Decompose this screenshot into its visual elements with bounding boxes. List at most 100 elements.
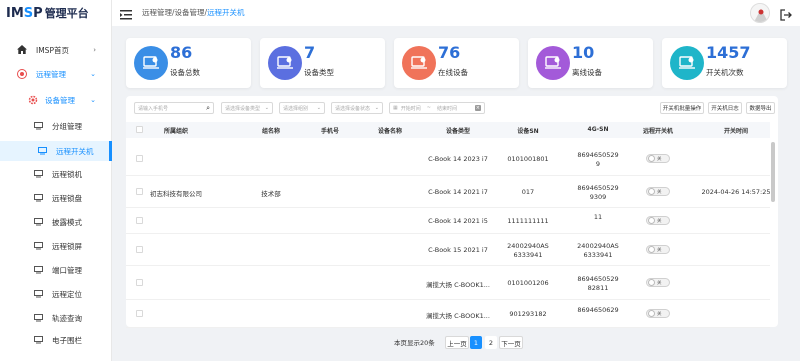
sidebar-item-screen[interactable]: 远程锁屏	[0, 236, 112, 256]
stat-card: 7 设备类型	[260, 38, 385, 88]
chevron-down-icon: ⌄	[374, 105, 379, 111]
group-icon	[34, 122, 43, 130]
group-select[interactable]: 请选择组别 ⌄	[279, 102, 325, 114]
table-row[interactable]: 初志科技有限公司 技术部 C-Book 14 2021 i7 017 869465052…	[126, 176, 771, 208]
calendar-icon: ▦	[393, 105, 398, 111]
sn4g-cell: 6333941	[583, 251, 613, 259]
row-checkbox[interactable]	[136, 310, 143, 317]
column-header: 组名称	[261, 128, 280, 135]
column-header: 设备名称	[377, 128, 402, 135]
column-header: 手机号	[320, 128, 339, 135]
sidebar-item-group[interactable]: 分组管理	[0, 116, 112, 136]
stat-card: 86 设备总数	[126, 38, 251, 88]
sn-cell: 6333941	[513, 251, 543, 259]
menu-fold-icon[interactable]	[120, 6, 132, 25]
stat-label: 设备总数	[170, 68, 200, 77]
top-bar: 远程管理/设备管理/远程开关机	[112, 0, 800, 26]
device-stat-icon	[536, 46, 570, 80]
stat-label: 在线设备	[438, 68, 468, 77]
sidebar-item-power[interactable]: 远程开关机	[0, 141, 112, 161]
chevron-down-icon: ⌄	[316, 105, 321, 111]
prev-page-button[interactable]: 上一页	[445, 336, 469, 349]
sidebar-item-fence[interactable]: 电子围栏	[0, 330, 112, 350]
date-range-picker[interactable]: ▦ 开始时间 ~ 结束时间 ×	[389, 102, 485, 114]
main-area: 远程管理/设备管理/远程开关机 86 设备总数 7 设备类型 76 在线设备 10 离线设备 1…	[112, 0, 800, 361]
sidebar: IMSP 管理平台 IMSP首页 › 远程管理 ⌄ 设备管理 ⌄ 分组管理 远程开…	[0, 0, 112, 361]
type-cell: C-Book 14 2021 i5	[428, 217, 488, 225]
stat-value: 1457	[706, 43, 751, 62]
device-type-select[interactable]: 请选择设备类型 ⌄	[221, 102, 273, 114]
avatar[interactable]	[750, 3, 770, 23]
sidebar-item-port[interactable]: 端口管理	[0, 260, 112, 280]
stat-card: 10 离线设备	[528, 38, 653, 88]
type-cell: 澜揽大扬 C-BOOK1...	[426, 312, 490, 320]
row-checkbox[interactable]	[136, 279, 143, 286]
fence-icon	[34, 336, 43, 344]
type-cell: C-Book 14 2021 i7	[428, 188, 488, 196]
sidebar-item-mode[interactable]: 披露模式	[0, 212, 112, 232]
sn-cell: 24002940AS	[507, 242, 549, 250]
row-checkbox[interactable]	[136, 217, 143, 224]
table-row[interactable]: C-Book 14 2021 i5 1111111111 11 关	[126, 208, 770, 234]
power-toggle[interactable]: 关	[646, 245, 670, 254]
sn4g-cell: 82811	[587, 284, 609, 292]
column-header: 设备类型	[445, 128, 470, 135]
status-select[interactable]: 请选择设备状态 ⌄	[331, 102, 383, 114]
locate-icon	[34, 290, 43, 298]
page-1-button[interactable]: 1	[470, 336, 482, 349]
power-toggle[interactable]: 关	[646, 278, 670, 287]
sidebar-item-device-manage[interactable]: 设备管理 ⌄	[0, 91, 112, 109]
export-button[interactable]: 数据导出	[746, 102, 775, 114]
search-input[interactable]: 请输入手机号 ⌕	[134, 102, 214, 114]
device-stat-icon	[268, 46, 302, 80]
gear-icon	[28, 95, 38, 105]
next-page-button[interactable]: 下一页	[499, 336, 523, 349]
power-toggle[interactable]: 关	[646, 309, 670, 318]
table-row[interactable]: 澜揽大扬 C-BOOK1... 901293182 8694650629 关	[126, 300, 770, 328]
sidebar-item-disk[interactable]: 远程锁盘	[0, 188, 112, 208]
row-checkbox[interactable]	[136, 246, 143, 253]
power-toggle[interactable]: 关	[646, 154, 670, 163]
breadcrumb: 远程管理/设备管理/远程开关机	[142, 8, 245, 17]
sidebar-item-home[interactable]: IMSP首页 ›	[0, 41, 112, 59]
device-table-panel: 请输入手机号 ⌕ 请选择设备类型 ⌄ 请选择组别 ⌄ 请选择设备状态 ⌄ ▦ 开始时间 ~ 结…	[126, 96, 778, 328]
sn4g-cell: 11	[593, 213, 603, 221]
sidebar-item-remote[interactable]: 远程管理 ⌄	[0, 65, 112, 83]
power-toggle[interactable]: 关	[646, 216, 670, 225]
scrollbar[interactable]	[771, 142, 775, 202]
stat-value: 76	[438, 43, 461, 62]
stat-value: 86	[170, 43, 193, 62]
power-log-button[interactable]: 开关机日志	[708, 102, 742, 114]
time-cell: 2024-04-26 14:57:25	[701, 188, 771, 196]
sidebar-item-track[interactable]: 轨迹查询	[0, 308, 112, 328]
search-icon[interactable]: ⌕	[206, 104, 210, 113]
sn-cell: 017	[521, 188, 535, 196]
table-row[interactable]: C-Book 14 2023 i7 0101001801 8694650529 9 关	[126, 142, 770, 176]
track-icon	[34, 314, 43, 322]
power-icon	[38, 147, 47, 155]
stat-card: 1457 开关机次数	[662, 38, 787, 88]
power-toggle[interactable]: 关	[646, 187, 670, 196]
page-2-button[interactable]: 2	[485, 336, 497, 349]
chevron-right-icon: ›	[93, 46, 96, 54]
logout-icon[interactable]	[780, 6, 792, 25]
column-header: 远程开关机	[642, 128, 673, 135]
device-stat-icon	[670, 46, 704, 80]
page-info: 本页显示20条	[394, 339, 435, 347]
sidebar-item-lock[interactable]: 远程锁机	[0, 164, 112, 184]
stat-value: 7	[304, 43, 316, 62]
sidebar-item-locate[interactable]: 远程定位	[0, 284, 112, 304]
table-row[interactable]: 澜揽大扬 C-BOOK1... 0101001206 8694650529 82811…	[126, 266, 770, 300]
type-cell: C-Book 14 2023 i7	[428, 155, 488, 163]
stat-label: 设备类型	[304, 68, 334, 77]
sn4g-cell: 24002940AS	[577, 242, 619, 250]
clear-icon[interactable]: ×	[474, 105, 481, 111]
stat-value: 10	[572, 43, 595, 62]
batch-power-button[interactable]: 开关机批量操作	[660, 102, 704, 114]
device-stat-icon	[402, 46, 436, 80]
sn4g-cell: 9309	[589, 193, 607, 201]
select-all-checkbox[interactable]	[136, 126, 143, 133]
row-checkbox[interactable]	[136, 155, 143, 162]
type-cell: C-Book 15 2021 i7	[428, 246, 488, 254]
table-row[interactable]: C-Book 15 2021 i7 24002940AS 6333941 240029…	[126, 234, 770, 266]
